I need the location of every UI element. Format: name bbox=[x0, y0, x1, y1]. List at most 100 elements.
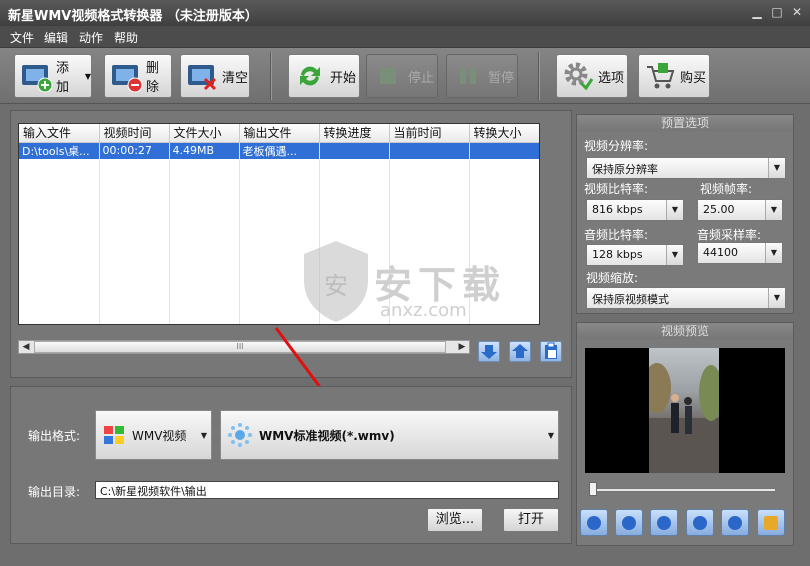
clear-button[interactable]: 清空 bbox=[180, 54, 250, 98]
column-header[interactable]: 文件大小 bbox=[169, 124, 240, 143]
menu-edit[interactable]: 编辑 bbox=[44, 29, 68, 46]
start-label: 开始 bbox=[330, 70, 357, 86]
open-folder-button[interactable] bbox=[757, 509, 785, 536]
options-button[interactable]: 选项 bbox=[556, 54, 628, 98]
folder-icon bbox=[764, 516, 778, 530]
table-row[interactable]: D:\tools\桌... 00:00:27 4.49MB 老板偶遇... bbox=[19, 142, 539, 159]
framerate-select[interactable]: 25.00 ▼ bbox=[697, 199, 783, 221]
pause-icon bbox=[622, 516, 636, 530]
stop-preview-button[interactable] bbox=[650, 509, 678, 536]
toolbar-separator bbox=[270, 52, 272, 100]
video-bitrate-select[interactable]: 816 kbps ▼ bbox=[586, 199, 684, 221]
clear-label: 清空 bbox=[222, 70, 249, 86]
options-label: 选项 bbox=[598, 70, 625, 86]
column-header[interactable]: 当前时间 bbox=[389, 124, 470, 143]
sparkle-icon bbox=[228, 423, 252, 447]
video-frame-image bbox=[643, 348, 723, 473]
audio-bitrate-select[interactable]: 128 kbps ▼ bbox=[586, 244, 684, 266]
gear-icon bbox=[561, 59, 595, 93]
pause-button[interactable]: 暂停 bbox=[446, 54, 518, 98]
chevron-down-icon: ▼ bbox=[84, 71, 91, 81]
stop-button[interactable]: 停止 bbox=[366, 54, 438, 98]
format-category-dropdown[interactable]: WMV视频 ▼ bbox=[95, 410, 212, 460]
close-button[interactable]: ✕ bbox=[790, 5, 804, 19]
windows-icon bbox=[104, 426, 124, 444]
video-preview[interactable] bbox=[585, 348, 785, 473]
chevron-down-icon: ▼ bbox=[200, 431, 207, 440]
preset-title: 预置选项 bbox=[577, 115, 793, 131]
add-label: 添加 bbox=[56, 61, 70, 95]
svg-text:安: 安 bbox=[324, 272, 348, 300]
output-format-label: 输出格式: bbox=[28, 429, 81, 443]
chevron-down-icon: ▼ bbox=[768, 288, 785, 308]
format-profile-dropdown[interactable]: WMV标准视频(*.wmv) ▼ bbox=[220, 410, 559, 460]
clipboard-icon bbox=[545, 342, 557, 359]
scroll-left-icon[interactable]: ◀ bbox=[19, 341, 33, 353]
chevron-down-icon: ▼ bbox=[765, 243, 782, 263]
start-button[interactable]: 开始 bbox=[288, 54, 360, 98]
toolbar-separator bbox=[538, 52, 540, 100]
chevron-down-icon: ▼ bbox=[765, 200, 782, 220]
play-icon bbox=[587, 516, 601, 530]
resolution-select[interactable]: 保持原分辨率 ▼ bbox=[586, 157, 786, 179]
audio-bitrate-value: 128 kbps bbox=[592, 248, 643, 261]
menu-action[interactable]: 动作 bbox=[79, 29, 103, 46]
column-header[interactable]: 视频时间 bbox=[99, 124, 170, 143]
add-button[interactable]: 添加 ▼ bbox=[14, 54, 92, 98]
delete-label: 删除 bbox=[146, 61, 160, 95]
camera-icon bbox=[728, 516, 742, 530]
samplerate-value: 44100 bbox=[703, 246, 738, 259]
maximize-button[interactable]: □ bbox=[770, 5, 784, 19]
watermark-subtext: anxz.com bbox=[380, 300, 467, 321]
volume-button[interactable] bbox=[686, 509, 714, 536]
seek-handle[interactable] bbox=[589, 482, 597, 496]
column-header[interactable]: 输出文件 bbox=[239, 124, 320, 143]
video-bitrate-value: 816 kbps bbox=[592, 203, 643, 216]
stop-label: 停止 bbox=[408, 70, 435, 86]
menu-file[interactable]: 文件 bbox=[10, 29, 34, 46]
audio-bitrate-label: 音频比特率: bbox=[584, 228, 649, 242]
play-button[interactable] bbox=[580, 509, 608, 536]
pause-label: 暂停 bbox=[488, 70, 515, 86]
minimize-button[interactable]: ▁ bbox=[750, 5, 764, 19]
film-remove-icon bbox=[109, 59, 143, 93]
output-dir-label: 输出目录: bbox=[28, 485, 81, 499]
snapshot-button[interactable] bbox=[721, 509, 749, 536]
video-bitrate-label: 视频比特率: bbox=[584, 182, 649, 196]
paste-button[interactable] bbox=[540, 341, 562, 362]
scroll-right-icon[interactable]: ▶ bbox=[455, 341, 469, 353]
move-down-button[interactable] bbox=[478, 341, 500, 362]
framerate-value: 25.00 bbox=[703, 203, 735, 216]
pause-icon bbox=[451, 59, 485, 93]
refresh-icon bbox=[293, 59, 327, 93]
scroll-thumb[interactable]: III bbox=[34, 341, 446, 353]
pause-preview-button[interactable] bbox=[615, 509, 643, 536]
browse-button[interactable]: 浏览... bbox=[427, 508, 483, 532]
scale-value: 保持原视频模式 bbox=[592, 293, 669, 306]
cell-progress bbox=[319, 142, 390, 159]
column-header[interactable]: 转换进度 bbox=[319, 124, 390, 143]
menu-help[interactable]: 帮助 bbox=[114, 29, 138, 46]
seek-track[interactable] bbox=[590, 488, 776, 492]
resolution-value: 保持原分辨率 bbox=[592, 163, 658, 176]
cell-video-time: 00:00:27 bbox=[99, 142, 170, 159]
move-up-button[interactable] bbox=[509, 341, 531, 362]
column-header[interactable]: 转换大小 bbox=[469, 124, 539, 143]
open-button[interactable]: 打开 bbox=[503, 508, 559, 532]
cell-output-file: 老板偶遇... bbox=[239, 142, 320, 159]
scale-select[interactable]: 保持原视频模式 ▼ bbox=[586, 287, 786, 309]
cell-input-file: D:\tools\桌... bbox=[19, 142, 100, 159]
table-header: 输入文件 视频时间 文件大小 输出文件 转换进度 当前时间 转换大小 bbox=[19, 124, 539, 143]
chevron-down-icon: ▼ bbox=[768, 158, 785, 178]
samplerate-select[interactable]: 44100 ▼ bbox=[697, 242, 783, 264]
scale-label: 视频缩放: bbox=[586, 271, 639, 285]
buy-button[interactable]: 购买 bbox=[638, 54, 710, 98]
framerate-label: 视频帧率: bbox=[700, 182, 753, 196]
output-dir-input[interactable]: C:\新星视频软件\输出 bbox=[95, 481, 559, 499]
film-add-icon bbox=[19, 59, 53, 93]
format-profile-value: WMV标准视频(*.wmv) bbox=[259, 428, 395, 443]
arrow-up-icon bbox=[512, 344, 528, 358]
window-title: 新星WMV视频格式转换器 （未注册版本） bbox=[8, 9, 258, 24]
delete-button[interactable]: 删除 bbox=[104, 54, 172, 98]
column-header[interactable]: 输入文件 bbox=[19, 124, 100, 143]
